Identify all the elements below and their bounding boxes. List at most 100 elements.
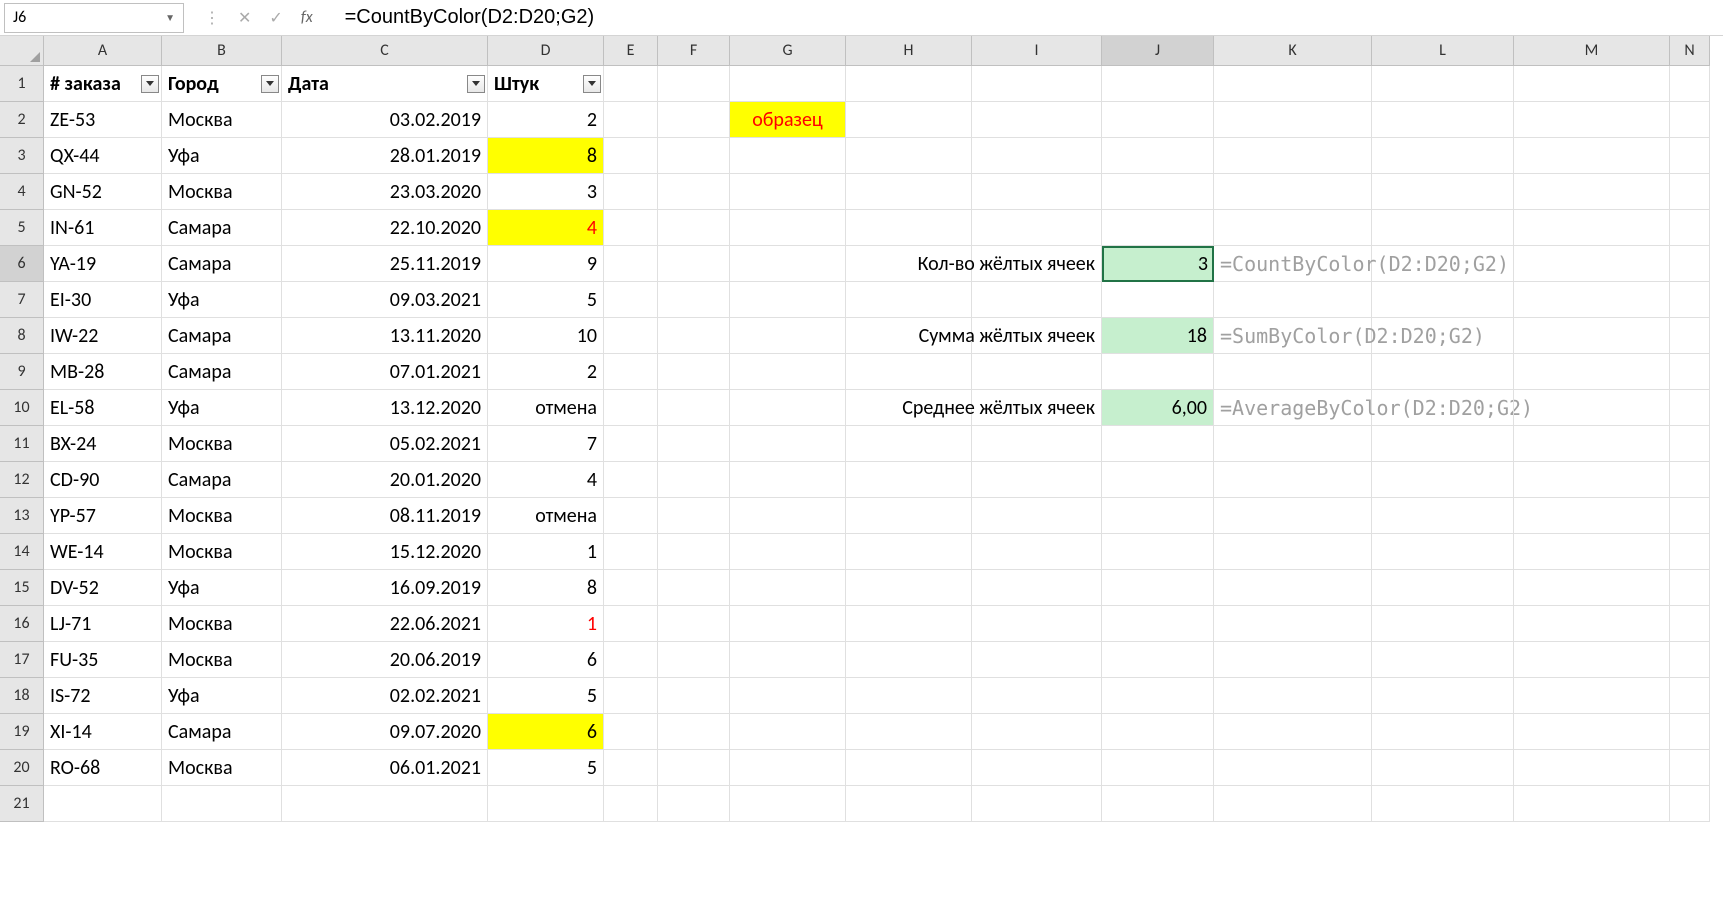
cell-J17[interactable] bbox=[1102, 642, 1214, 678]
cell-A1[interactable]: # заказа bbox=[44, 66, 162, 102]
cell-N10[interactable] bbox=[1670, 390, 1710, 426]
cell-H11[interactable] bbox=[846, 426, 972, 462]
cell-K20[interactable] bbox=[1214, 750, 1372, 786]
cell-K2[interactable] bbox=[1214, 102, 1372, 138]
cell-A15[interactable]: DV-52 bbox=[44, 570, 162, 606]
row-header-5[interactable]: 5 bbox=[0, 210, 44, 246]
cell-J18[interactable] bbox=[1102, 678, 1214, 714]
cell-D19[interactable]: 6 bbox=[488, 714, 604, 750]
cell-J2[interactable] bbox=[1102, 102, 1214, 138]
row-header-12[interactable]: 12 bbox=[0, 462, 44, 498]
cell-A10[interactable]: EL-58 bbox=[44, 390, 162, 426]
cell-G3[interactable] bbox=[730, 138, 846, 174]
cell-A12[interactable]: CD-90 bbox=[44, 462, 162, 498]
cell-E17[interactable] bbox=[604, 642, 658, 678]
cell-M16[interactable] bbox=[1514, 606, 1670, 642]
cell-B10[interactable]: Уфа bbox=[162, 390, 282, 426]
col-header-H[interactable]: H bbox=[846, 36, 972, 66]
cell-L6[interactable] bbox=[1372, 246, 1514, 282]
col-header-J[interactable]: J bbox=[1102, 36, 1214, 66]
cell-H12[interactable] bbox=[846, 462, 972, 498]
cell-A8[interactable]: IW-22 bbox=[44, 318, 162, 354]
cell-D11[interactable]: 7 bbox=[488, 426, 604, 462]
cell-L15[interactable] bbox=[1372, 570, 1514, 606]
row-header-8[interactable]: 8 bbox=[0, 318, 44, 354]
cell-L14[interactable] bbox=[1372, 534, 1514, 570]
cell-K13[interactable] bbox=[1214, 498, 1372, 534]
row-header-2[interactable]: 2 bbox=[0, 102, 44, 138]
cell-M7[interactable] bbox=[1514, 282, 1670, 318]
cell-E8[interactable] bbox=[604, 318, 658, 354]
cell-B19[interactable]: Самара bbox=[162, 714, 282, 750]
cell-B4[interactable]: Москва bbox=[162, 174, 282, 210]
cell-K1[interactable] bbox=[1214, 66, 1372, 102]
cell-B5[interactable]: Самара bbox=[162, 210, 282, 246]
cell-A3[interactable]: QX-44 bbox=[44, 138, 162, 174]
cell-L18[interactable] bbox=[1372, 678, 1514, 714]
cell-F17[interactable] bbox=[658, 642, 730, 678]
col-header-F[interactable]: F bbox=[658, 36, 730, 66]
cell-J4[interactable] bbox=[1102, 174, 1214, 210]
cell-G19[interactable] bbox=[730, 714, 846, 750]
cell-K18[interactable] bbox=[1214, 678, 1372, 714]
cell-J13[interactable] bbox=[1102, 498, 1214, 534]
cell-H21[interactable] bbox=[846, 786, 972, 822]
cell-C9[interactable]: 07.01.2021 bbox=[282, 354, 488, 390]
col-header-G[interactable]: G bbox=[730, 36, 846, 66]
row-header-13[interactable]: 13 bbox=[0, 498, 44, 534]
row-header-4[interactable]: 4 bbox=[0, 174, 44, 210]
cell-D18[interactable]: 5 bbox=[488, 678, 604, 714]
cell-N8[interactable] bbox=[1670, 318, 1710, 354]
cell-N21[interactable] bbox=[1670, 786, 1710, 822]
cell-I17[interactable] bbox=[972, 642, 1102, 678]
cell-E13[interactable] bbox=[604, 498, 658, 534]
cell-K5[interactable] bbox=[1214, 210, 1372, 246]
cell-I7[interactable] bbox=[972, 282, 1102, 318]
col-header-D[interactable]: D bbox=[488, 36, 604, 66]
cell-B2[interactable]: Москва bbox=[162, 102, 282, 138]
cell-I20[interactable] bbox=[972, 750, 1102, 786]
cell-I14[interactable] bbox=[972, 534, 1102, 570]
cell-M12[interactable] bbox=[1514, 462, 1670, 498]
cell-N18[interactable] bbox=[1670, 678, 1710, 714]
cell-C17[interactable]: 20.06.2019 bbox=[282, 642, 488, 678]
col-header-A[interactable]: A bbox=[44, 36, 162, 66]
cell-G17[interactable] bbox=[730, 642, 846, 678]
cell-M18[interactable] bbox=[1514, 678, 1670, 714]
cell-D20[interactable]: 5 bbox=[488, 750, 604, 786]
cell-E11[interactable] bbox=[604, 426, 658, 462]
cell-G14[interactable] bbox=[730, 534, 846, 570]
cell-C4[interactable]: 23.03.2020 bbox=[282, 174, 488, 210]
row-header-10[interactable]: 10 bbox=[0, 390, 44, 426]
cell-N4[interactable] bbox=[1670, 174, 1710, 210]
cell-I8[interactable]: Сумма жёлтых ячеек bbox=[972, 318, 1102, 354]
cell-A5[interactable]: IN-61 bbox=[44, 210, 162, 246]
cell-D6[interactable]: 9 bbox=[488, 246, 604, 282]
cell-J11[interactable] bbox=[1102, 426, 1214, 462]
cell-M10[interactable] bbox=[1514, 390, 1670, 426]
cell-K3[interactable] bbox=[1214, 138, 1372, 174]
cell-J16[interactable] bbox=[1102, 606, 1214, 642]
cell-D3[interactable]: 8 bbox=[488, 138, 604, 174]
name-box-dropdown-icon[interactable]: ▼ bbox=[165, 11, 175, 24]
cell-K12[interactable] bbox=[1214, 462, 1372, 498]
cell-L21[interactable] bbox=[1372, 786, 1514, 822]
cell-I4[interactable] bbox=[972, 174, 1102, 210]
cell-I6[interactable]: Кол-во жёлтых ячеек bbox=[972, 246, 1102, 282]
cell-B21[interactable] bbox=[162, 786, 282, 822]
cell-H2[interactable] bbox=[846, 102, 972, 138]
cell-B8[interactable]: Самара bbox=[162, 318, 282, 354]
cell-D8[interactable]: 10 bbox=[488, 318, 604, 354]
cell-A13[interactable]: YP-57 bbox=[44, 498, 162, 534]
cell-F5[interactable] bbox=[658, 210, 730, 246]
cell-C3[interactable]: 28.01.2019 bbox=[282, 138, 488, 174]
cell-M11[interactable] bbox=[1514, 426, 1670, 462]
cell-E19[interactable] bbox=[604, 714, 658, 750]
cell-E18[interactable] bbox=[604, 678, 658, 714]
cell-M5[interactable] bbox=[1514, 210, 1670, 246]
cell-F11[interactable] bbox=[658, 426, 730, 462]
cell-N11[interactable] bbox=[1670, 426, 1710, 462]
cell-J21[interactable] bbox=[1102, 786, 1214, 822]
cell-H14[interactable] bbox=[846, 534, 972, 570]
cell-E12[interactable] bbox=[604, 462, 658, 498]
